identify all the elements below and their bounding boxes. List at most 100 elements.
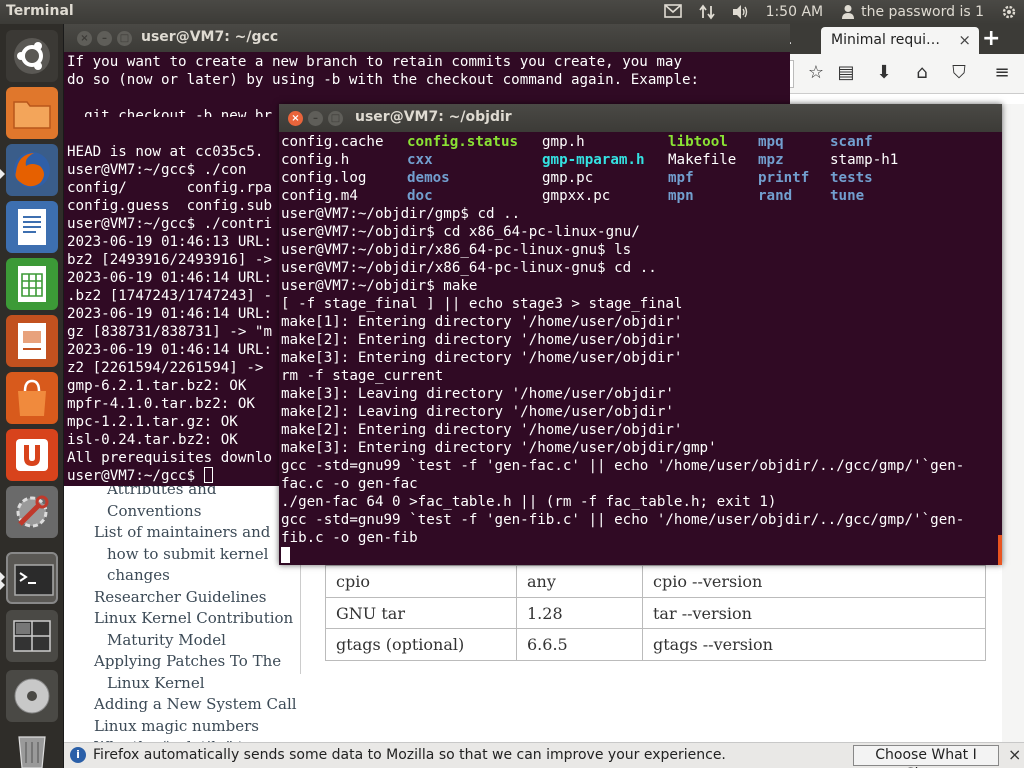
- launcher-ubuntu-one[interactable]: [6, 429, 58, 481]
- terminal-line: user@VM7:~/objdir/x86_64-pc-linux-gnu$ c…: [281, 260, 657, 276]
- minimize-window-icon[interactable]: –: [97, 31, 112, 46]
- sidebar-link[interactable]: List of maintainers and: [94, 522, 304, 544]
- ls-entry: printf: [758, 170, 810, 186]
- launcher-impress[interactable]: [6, 315, 58, 367]
- download-arrow-icon[interactable]: ⬇: [873, 63, 895, 83]
- launcher-files[interactable]: [6, 87, 58, 139]
- sidebar-link[interactable]: Applying Patches To The: [94, 651, 304, 673]
- ls-entry: config.status: [407, 134, 519, 150]
- ubuntu-one-icon: [6, 429, 58, 481]
- maximize-window-icon[interactable]: □: [328, 111, 343, 126]
- menu-hamburger-icon[interactable]: ≡: [991, 63, 1013, 83]
- sidebar-link[interactable]: Adding a New System Call: [94, 694, 304, 716]
- command-cell: gtags --version: [642, 628, 986, 661]
- sidebar-link[interactable]: Maturity Model: [94, 630, 304, 652]
- tab-close-icon[interactable]: ×: [958, 31, 971, 49]
- volume-icon[interactable]: [732, 4, 750, 20]
- top-panel: Terminal 1:50 AM the password is 1: [0, 0, 1024, 24]
- user-menu[interactable]: the password is 1: [839, 4, 984, 20]
- minimize-window-icon[interactable]: –: [308, 111, 323, 126]
- ls-row: config.log demos gmp.pc mpf printf tests: [281, 169, 999, 187]
- launcher-dash[interactable]: [6, 30, 58, 82]
- maximize-window-icon[interactable]: □: [117, 31, 132, 46]
- ls-entry: mpq: [758, 134, 784, 150]
- close-icon[interactable]: ×: [1008, 745, 1021, 764]
- page-scrollbar[interactable]: [1002, 104, 1024, 744]
- tab-minimal-requirements[interactable]: Minimal requi… ×: [821, 27, 979, 54]
- sidebar-link[interactable]: Linux Kernel Contribution: [94, 608, 304, 630]
- table-row: GNU tar 1.28 tar --version: [325, 596, 986, 630]
- launcher-software-center[interactable]: [6, 372, 58, 424]
- ls-row: config.m4 doc gmpxx.pc mpn rand tune: [281, 187, 999, 205]
- program-name: gtags (optional): [336, 635, 465, 655]
- scrollbar-thumb[interactable]: [998, 535, 1002, 565]
- sidebar-link[interactable]: Linux magic numbers: [94, 716, 304, 738]
- terminal-line: make[3]: Entering directory '/home/user/…: [281, 350, 683, 366]
- sidebar-link[interactable]: Linux Kernel: [94, 673, 304, 695]
- ls-entry: config.m4: [281, 188, 358, 204]
- ls-entry: gmpxx.pc: [542, 188, 611, 204]
- terminal-line: make[2]: Entering directory '/home/user/…: [281, 422, 683, 438]
- terminal-titlebar[interactable]: × – □ user@VM7: ~/objdir: [279, 104, 1002, 132]
- terminal-line: make[3]: Leaving directory '/home/user/o…: [281, 386, 674, 402]
- table-row: cpio any cpio --version: [325, 565, 986, 598]
- sidebar-link[interactable]: Conventions: [94, 501, 304, 523]
- terminal-line: [ -f stage_final ] || echo stage3 > stag…: [281, 296, 683, 312]
- disc-icon: [6, 670, 58, 722]
- home-icon[interactable]: ⌂: [911, 63, 933, 83]
- mail-icon[interactable]: [663, 4, 682, 20]
- reading-list-icon[interactable]: ▤: [835, 63, 857, 83]
- launcher-calc[interactable]: [6, 258, 58, 310]
- terminal-window-objdir[interactable]: × – □ user@VM7: ~/objdir config.cache con…: [279, 104, 1002, 565]
- bookmark-star-icon[interactable]: ☆: [805, 63, 827, 83]
- clock[interactable]: 1:50 AM: [766, 4, 824, 20]
- ls-entry: cxx: [407, 152, 433, 168]
- close-window-icon[interactable]: ×: [77, 31, 92, 46]
- impress-presentation-icon: [6, 315, 58, 367]
- terminal-scrollbar[interactable]: [998, 132, 1002, 565]
- shopping-bag-icon: [6, 372, 58, 424]
- new-tab-button[interactable]: +: [982, 26, 1000, 51]
- terminal-line: user@VM7:~/gcc$ ./contri: [67, 216, 272, 232]
- terminal-line: user@VM7:~/objdir/gmp$ cd ..: [281, 206, 521, 222]
- launcher-workspace-switcher[interactable]: [6, 610, 58, 662]
- program-cell: gtags (optional): [325, 628, 517, 661]
- terminal-line: make[3]: Entering directory '/home/user/…: [281, 440, 717, 456]
- ls-entry: tests: [830, 170, 873, 186]
- close-window-icon[interactable]: ×: [288, 111, 303, 126]
- sidebar-link[interactable]: Researcher Guidelines: [94, 587, 304, 609]
- terminal-cursor: [203, 467, 213, 483]
- ubuntu-logo-icon: [6, 30, 58, 82]
- network-arrows-icon[interactable]: [698, 4, 716, 20]
- launcher-trash[interactable]: [6, 724, 58, 768]
- running-indicator: [0, 169, 5, 179]
- terminal-line: bz2 [2493916/2493916] ->: [67, 252, 272, 268]
- terminal-titlebar[interactable]: × – □ user@VM7: ~/gcc: [64, 24, 790, 52]
- terminal-line: make[1]: Entering directory '/home/user/…: [281, 314, 683, 330]
- launcher-system-settings[interactable]: [6, 486, 58, 538]
- info-icon: i: [70, 747, 86, 763]
- ls-entry: mpn: [668, 188, 694, 204]
- terminal-line: gmp-6.2.1.tar.bz2: OK: [67, 378, 247, 394]
- launcher-dvd[interactable]: [6, 670, 58, 722]
- sidebar-link[interactable]: how to submit kernel: [94, 544, 304, 566]
- ls-entry: mpz: [758, 152, 784, 168]
- pocket-icon[interactable]: ⛉: [948, 63, 970, 83]
- terminal-line: config.guess config.sub: [67, 198, 272, 214]
- command-cell: tar --version: [642, 596, 986, 630]
- terminal-line: make[2]: Leaving directory '/home/user/o…: [281, 404, 674, 420]
- ls-entry: libtool: [668, 134, 728, 150]
- terminal-cursor: [281, 547, 290, 563]
- launcher-terminal[interactable]: [6, 552, 58, 604]
- launcher-firefox[interactable]: [6, 144, 58, 196]
- sidebar-link[interactable]: changes: [94, 565, 304, 587]
- choose-what-i-share-button[interactable]: Choose What I Share: [853, 745, 999, 768]
- power-gear-icon[interactable]: [1000, 4, 1018, 20]
- folder-icon: [6, 87, 58, 139]
- terminal-line: [281, 547, 999, 563]
- launcher-writer[interactable]: [6, 201, 58, 253]
- terminal-title: user@VM7: ~/objdir: [355, 109, 512, 125]
